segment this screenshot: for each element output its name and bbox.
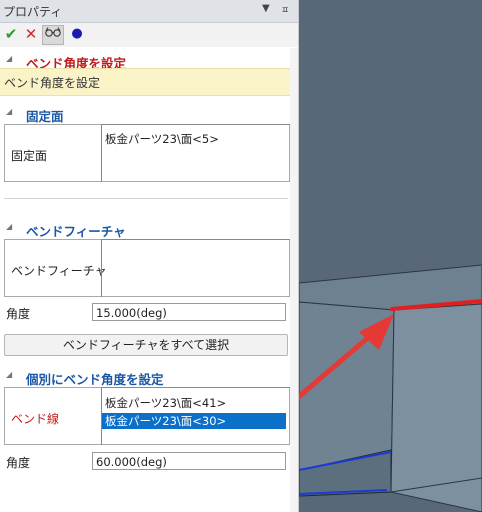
bend-feature-angle-input[interactable]: 15.000(deg)	[92, 303, 286, 321]
individual-angle-input[interactable]: 60.000(deg)	[92, 452, 286, 470]
pin-icon[interactable]: ㅍ	[281, 3, 289, 16]
bend-feature-list[interactable]	[101, 239, 290, 297]
bend-feature-label: ベンドフィーチャ	[11, 264, 107, 278]
bend-feature-angle-label: 角度	[6, 307, 31, 321]
section-fixed-face-title: 固定面	[26, 109, 64, 124]
list-item[interactable]: 板金パーツ23\面<5>	[102, 131, 290, 147]
property-panel: プロパティ ▼ ㅍ ✔ ✕ ● ◢ ベンド角度を設定 ベンド角度を設定 ◢ 固定…	[0, 0, 299, 512]
bend-line-label: ベンド線	[11, 412, 60, 426]
sheet-metal-model	[299, 0, 482, 512]
section-bend-feature-header[interactable]: ◢ ベンドフィーチャ	[0, 220, 298, 239]
section-description: ベンド角度を設定	[0, 68, 298, 96]
collapse-triangle-icon[interactable]: ◢	[6, 222, 12, 231]
preview-glasses-icon[interactable]	[42, 25, 64, 45]
divider	[4, 198, 288, 199]
panel-dropdown-icon[interactable]: ▼	[262, 3, 270, 14]
model-right-face[interactable]	[390, 303, 482, 512]
bend-feature-group: ベンドフィーチャ	[4, 239, 290, 297]
fixed-face-label: 固定面	[11, 149, 48, 163]
dot-icon[interactable]: ●	[68, 25, 86, 43]
bend-line-group: ベンド線 板金パーツ23\面<41> 板金パーツ23\面<30>	[4, 387, 290, 445]
individual-angle-label: 角度	[6, 456, 31, 470]
bend-line-list[interactable]: 板金パーツ23\面<41> 板金パーツ23\面<30>	[101, 387, 290, 445]
section-description-text: ベンド角度を設定	[4, 76, 101, 90]
collapse-triangle-icon[interactable]: ◢	[6, 107, 12, 116]
panel-toolbar: ✔ ✕ ●	[0, 23, 298, 47]
list-item[interactable]: 板金パーツ23\面<41>	[102, 395, 290, 411]
ok-check-icon[interactable]: ✔	[2, 25, 20, 43]
select-all-bend-features-button[interactable]: ベンドフィーチャをすべて選択	[4, 334, 288, 356]
section-bend-feature-title: ベンドフィーチャ	[26, 224, 126, 239]
collapse-triangle-icon[interactable]: ◢	[6, 54, 12, 63]
section-individual-angle-header[interactable]: ◢ 個別にベンド角度を設定	[0, 368, 298, 387]
panel-titlebar: プロパティ ▼ ㅍ	[0, 0, 298, 23]
list-item-selected[interactable]: 板金パーツ23\面<30>	[102, 413, 286, 429]
fixed-face-list[interactable]: 板金パーツ23\面<5>	[101, 124, 290, 182]
panel-scrollbar[interactable]	[290, 48, 298, 512]
section-individual-angle-title: 個別にベンド角度を設定	[26, 372, 164, 387]
section-fixed-face-header[interactable]: ◢ 固定面	[0, 105, 298, 124]
collapse-triangle-icon[interactable]: ◢	[6, 370, 12, 379]
fixed-face-group: 固定面 板金パーツ23\面<5>	[4, 124, 290, 182]
3d-viewport[interactable]	[299, 0, 482, 512]
cancel-cross-icon[interactable]: ✕	[22, 25, 40, 43]
panel-title: プロパティ	[3, 5, 63, 19]
glasses-icon	[45, 27, 61, 37]
